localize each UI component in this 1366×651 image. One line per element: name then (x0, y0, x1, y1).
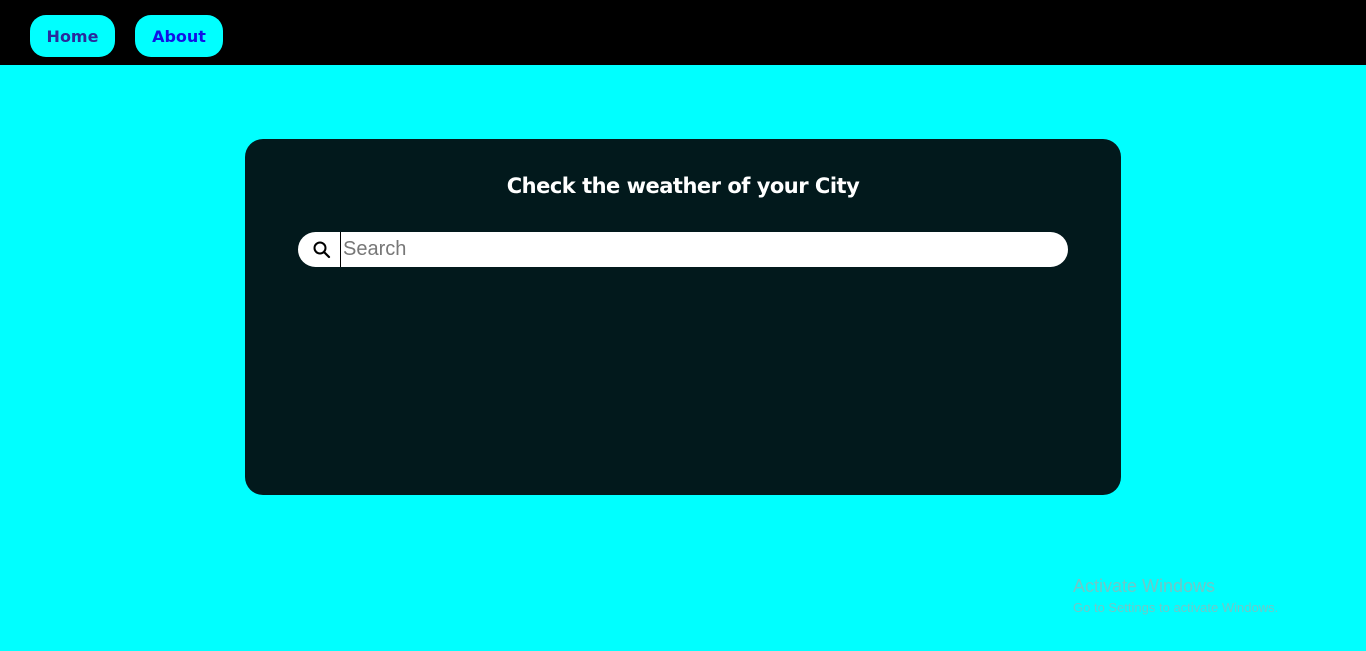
navbar: Home About (0, 0, 1366, 65)
home-button[interactable]: Home (30, 15, 115, 57)
activate-windows-watermark: Activate Windows Go to Settings to activ… (1073, 575, 1278, 617)
search-input[interactable] (340, 232, 1050, 267)
watermark-title: Activate Windows (1073, 576, 1216, 596)
search-icon[interactable] (312, 240, 332, 260)
card-title: Check the weather of your City (506, 174, 860, 198)
about-button[interactable]: About (135, 15, 223, 57)
search-bar[interactable] (298, 232, 1068, 267)
watermark-subtitle: Go to Settings to activate Windows. (1073, 600, 1279, 615)
